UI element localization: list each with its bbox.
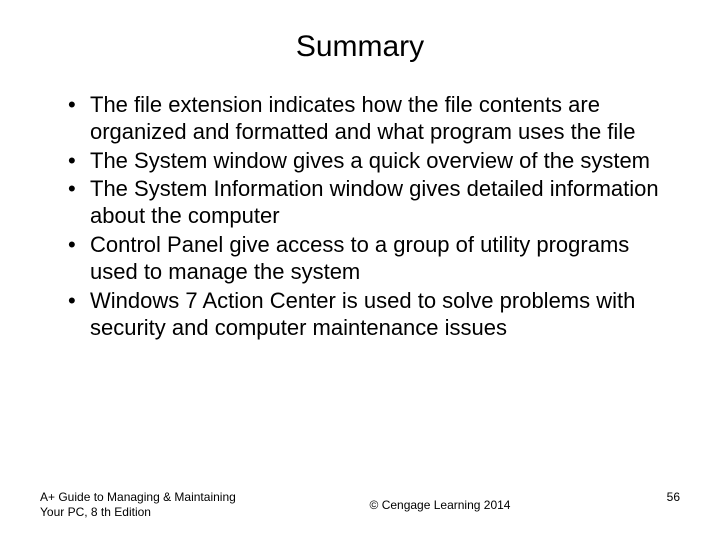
- slide-title: Summary: [40, 30, 680, 64]
- bullet-item: Control Panel give access to a group of …: [68, 232, 680, 286]
- footer-book-title: A+ Guide to Managing & Maintaining Your …: [40, 490, 240, 520]
- slide-content: The file extension indicates how the fil…: [40, 92, 680, 484]
- slide-footer: A+ Guide to Managing & Maintaining Your …: [40, 484, 680, 520]
- bullet-item: The System Information window gives deta…: [68, 176, 680, 230]
- bullet-item: The System window gives a quick overview…: [68, 148, 680, 175]
- slide: Summary The file extension indicates how…: [0, 0, 720, 540]
- footer-page-number: 56: [640, 490, 680, 504]
- bullet-item: The file extension indicates how the fil…: [68, 92, 680, 146]
- footer-copyright: © Cengage Learning 2014: [240, 490, 640, 512]
- bullet-item: Windows 7 Action Center is used to solve…: [68, 288, 680, 342]
- bullet-list: The file extension indicates how the fil…: [40, 92, 680, 341]
